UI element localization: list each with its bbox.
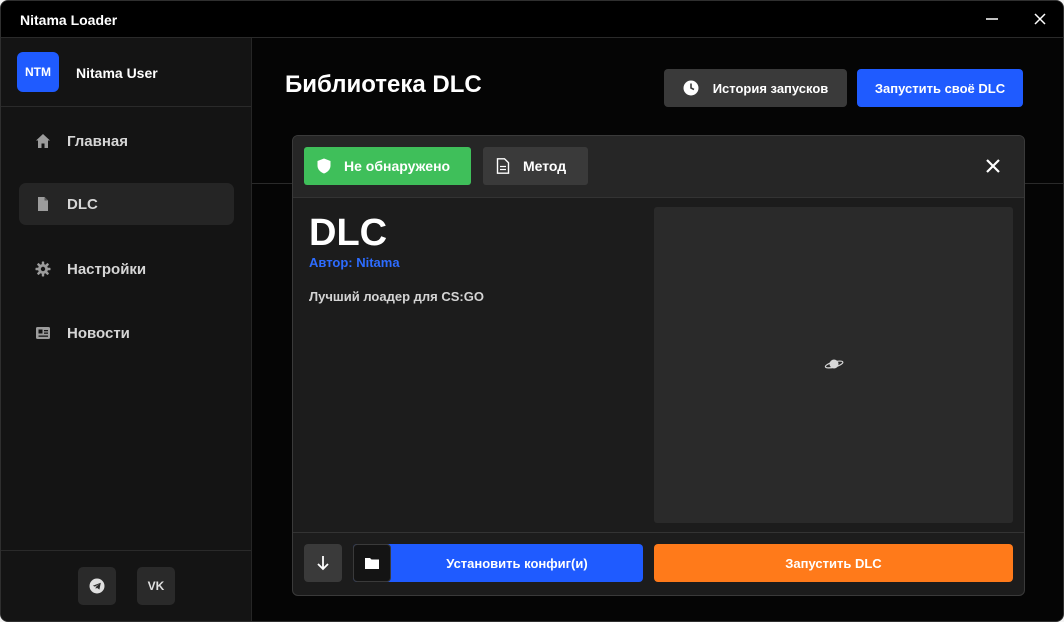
dlc-preview-image: [654, 207, 1013, 523]
telegram-button[interactable]: [78, 567, 116, 605]
detection-status-badge: Не обнаружено: [304, 147, 471, 185]
sidebar-item-label: Настройки: [67, 260, 147, 278]
app-window: Nitama Loader NTM Nitama User Главная DL…: [0, 0, 1064, 622]
home-icon: [35, 133, 51, 149]
launch-dlc-label: Запустить DLC: [785, 555, 882, 571]
download-button[interactable]: [304, 544, 342, 582]
newspaper-icon: [35, 325, 51, 341]
sidebar-item-label: Главная: [67, 132, 129, 150]
close-icon: [986, 159, 1000, 173]
sidebar-item-dlc[interactable]: DLC: [19, 183, 234, 225]
vk-button[interactable]: VK: [137, 567, 175, 605]
planet-icon: [824, 359, 844, 369]
gear-icon: [35, 261, 51, 277]
modal-footer: Установить конфиг(и) Запустить DLC: [293, 532, 1024, 595]
modal-header: Не обнаружено Метод: [293, 136, 1024, 198]
dlc-title: DLC: [309, 212, 388, 254]
telegram-icon: [89, 578, 105, 594]
social-links: VK: [1, 550, 251, 621]
clock-icon: [683, 80, 699, 96]
minimize-button[interactable]: [979, 7, 1005, 31]
detection-status-label: Не обнаружено: [344, 158, 451, 174]
document-icon: [496, 158, 510, 174]
dlc-author[interactable]: Автор: Nitama: [309, 255, 400, 270]
sidebar-item-home[interactable]: Главная: [19, 120, 234, 162]
dlc-detail-modal: Не обнаружено Метод DLC Автор: Nitama Лу…: [292, 135, 1025, 596]
install-config-button[interactable]: Установить конфиг(и): [353, 544, 643, 582]
launch-history-button[interactable]: История запусков: [664, 69, 847, 107]
user-profile: NTM Nitama User: [1, 38, 251, 107]
shield-icon: [317, 158, 331, 174]
folder-icon: [353, 544, 391, 582]
user-name: Nitama User: [76, 65, 158, 81]
sidebar-item-news[interactable]: Новости: [19, 312, 234, 354]
app-title: Nitama Loader: [20, 12, 118, 28]
close-window-button[interactable]: [1027, 7, 1053, 31]
sidebar: NTM Nitama User Главная DLC Настройки Но…: [1, 38, 252, 621]
launch-own-dlc-label: Запустить своё DLC: [874, 80, 1006, 96]
launch-own-dlc-button[interactable]: Запустить своё DLC: [857, 69, 1023, 107]
modal-close-button[interactable]: [983, 156, 1003, 176]
method-label: Метод: [523, 158, 567, 174]
install-config-label: Установить конфиг(и): [446, 555, 588, 571]
sidebar-item-label: DLC: [67, 195, 98, 213]
sidebar-item-label: Новости: [67, 324, 130, 342]
launch-dlc-button[interactable]: Запустить DLC: [654, 544, 1013, 582]
sidebar-item-settings[interactable]: Настройки: [19, 248, 234, 290]
launch-history-label: История запусков: [712, 80, 829, 96]
vk-icon: VK: [147, 579, 165, 593]
file-icon: [35, 196, 51, 212]
close-icon: [1034, 13, 1046, 25]
dlc-description: Лучший лоадер для CS:GO: [309, 289, 484, 304]
page-title: Библиотека DLC: [285, 71, 482, 98]
avatar: NTM: [17, 52, 59, 92]
arrow-down-icon: [317, 556, 329, 571]
minimize-icon: [986, 18, 998, 20]
title-bar: Nitama Loader: [1, 1, 1063, 38]
method-button[interactable]: Метод: [483, 147, 588, 185]
